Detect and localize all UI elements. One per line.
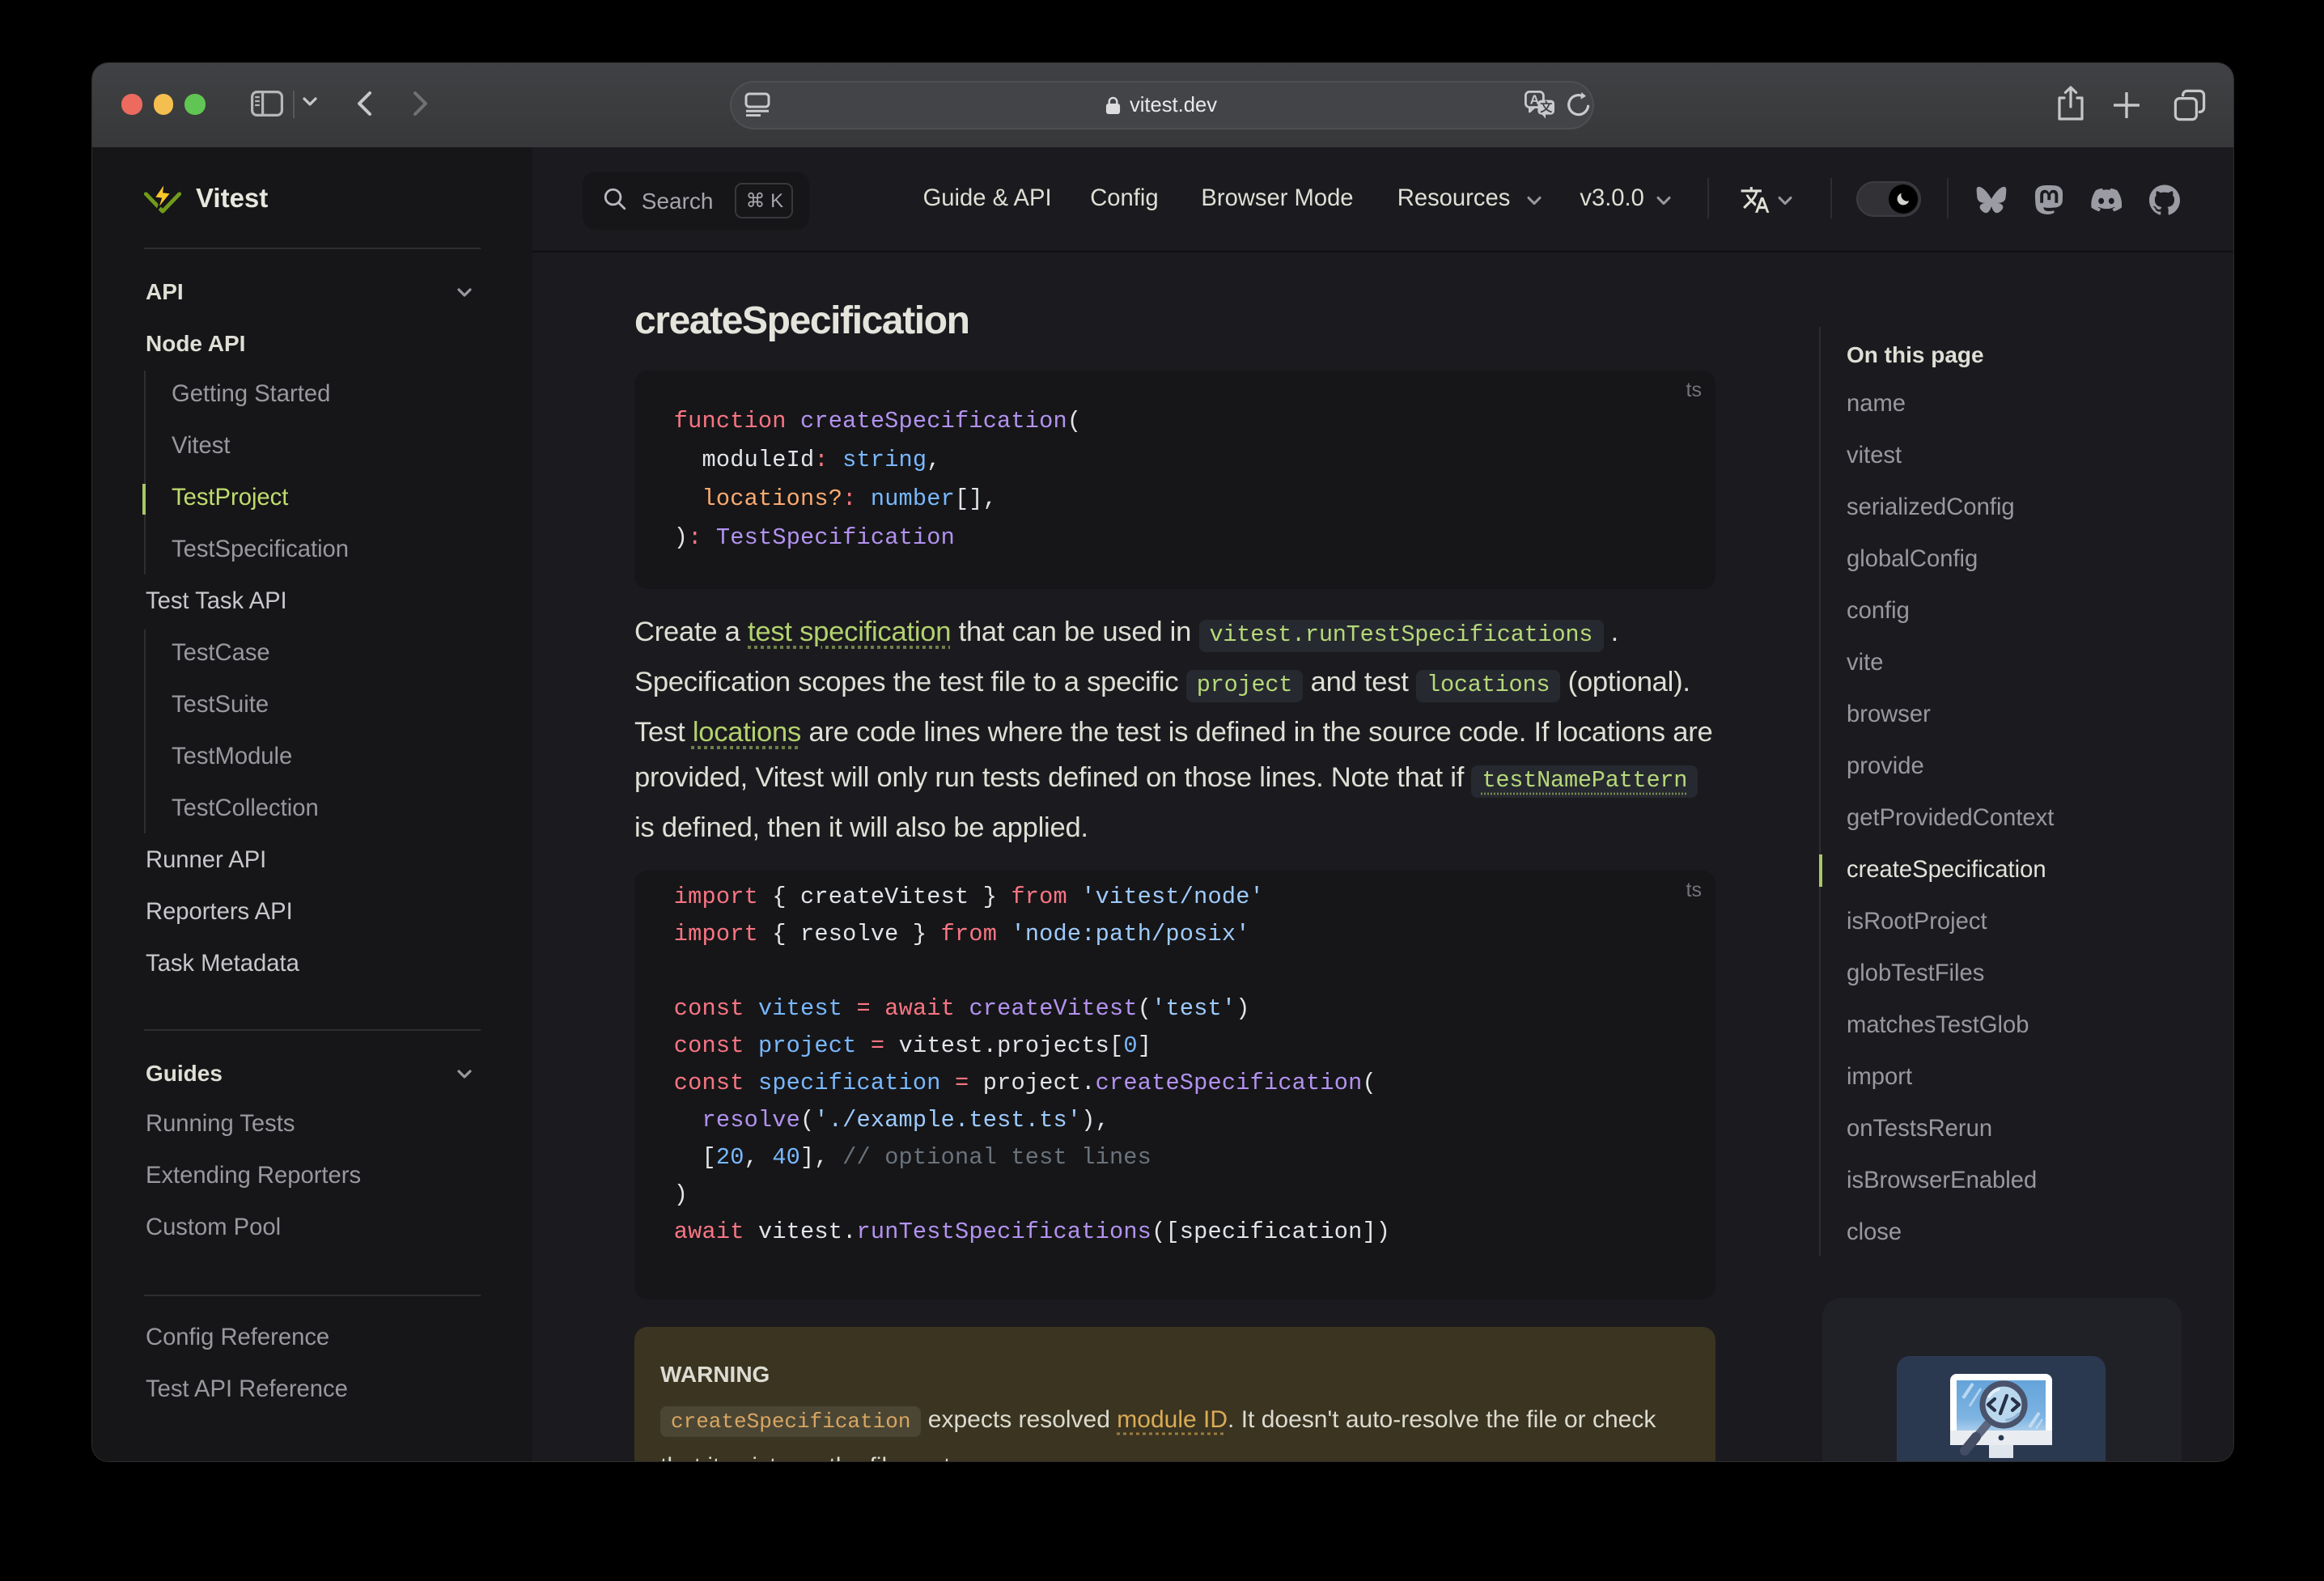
- svg-text:文: 文: [1539, 99, 1552, 113]
